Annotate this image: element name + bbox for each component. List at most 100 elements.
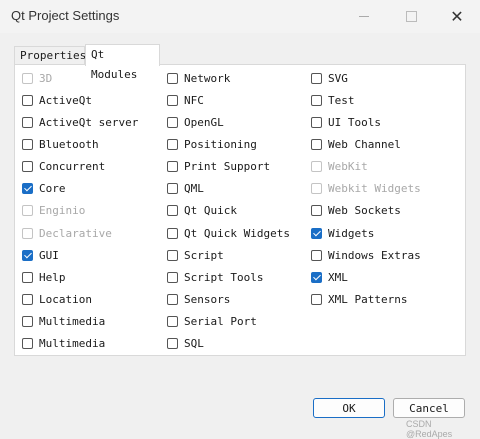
- checkbox-checked-icon[interactable]: [22, 183, 33, 195]
- module-checkbox-network[interactable]: Network: [167, 69, 230, 87]
- checkbox-unchecked-icon[interactable]: [311, 116, 322, 128]
- checkbox-unchecked-icon[interactable]: [167, 116, 178, 128]
- module-checkbox-script-tools[interactable]: Script Tools: [167, 268, 263, 286]
- module-checkbox-serial-port[interactable]: Serial Port: [167, 313, 257, 331]
- module-checkbox-location[interactable]: Location: [22, 291, 92, 309]
- checkbox-unchecked-icon[interactable]: [167, 294, 178, 305]
- module-label: Widgets: [328, 226, 375, 240]
- checkbox-unchecked-icon[interactable]: [167, 138, 178, 150]
- module-label: XML Patterns: [328, 293, 408, 306]
- module-checkbox-windows-extras[interactable]: Windows Extras: [311, 246, 421, 264]
- module-checkbox-test[interactable]: Test: [311, 91, 355, 109]
- checkbox-unchecked-icon[interactable]: [22, 94, 33, 106]
- checkbox-unchecked-icon[interactable]: [167, 183, 178, 195]
- cancel-button[interactable]: Cancel: [393, 398, 465, 418]
- module-checkbox-declarative: Declarative: [22, 224, 112, 242]
- checkbox-checked-icon[interactable]: [311, 227, 322, 239]
- module-checkbox-qt-quick-widgets[interactable]: Qt Quick Widgets: [167, 224, 290, 242]
- checkbox-unchecked-icon: [22, 72, 33, 84]
- module-checkbox-sql[interactable]: SQL: [167, 335, 204, 353]
- module-checkbox-help[interactable]: Help: [22, 268, 66, 286]
- module-checkbox-ui-tools[interactable]: UI Tools: [311, 113, 381, 131]
- checkbox-unchecked-icon[interactable]: [22, 271, 33, 283]
- module-checkbox-script[interactable]: Script: [167, 246, 224, 264]
- module-checkbox-sensors[interactable]: Sensors: [167, 291, 230, 309]
- checkbox-unchecked-icon[interactable]: [22, 138, 33, 150]
- ok-button[interactable]: OK: [313, 398, 385, 418]
- tab-properties[interactable]: Properties: [14, 46, 86, 65]
- module-checkbox-opengl[interactable]: OpenGL: [167, 113, 224, 131]
- checkbox-unchecked-icon[interactable]: [311, 205, 322, 217]
- module-label: Sensors: [184, 293, 231, 306]
- module-label: Network: [184, 71, 231, 85]
- checkbox-unchecked-icon[interactable]: [167, 271, 178, 283]
- checkbox-unchecked-icon[interactable]: [167, 72, 178, 84]
- checkbox-unchecked-icon[interactable]: [22, 161, 33, 173]
- module-checkbox-qml[interactable]: QML: [167, 180, 204, 198]
- module-checkbox-svg[interactable]: SVG: [311, 69, 348, 87]
- module-checkbox-positioning[interactable]: Positioning: [167, 135, 257, 153]
- module-label: Positioning: [184, 137, 257, 151]
- checkbox-unchecked-icon[interactable]: [167, 205, 178, 217]
- module-label: XML: [328, 270, 348, 284]
- module-label: ActiveQt: [39, 93, 92, 107]
- checkbox-unchecked-icon[interactable]: [311, 72, 322, 84]
- minimize-icon: [359, 16, 369, 17]
- module-checkbox-core[interactable]: Core: [22, 180, 66, 198]
- module-label: Test: [328, 93, 355, 107]
- module-checkbox-print-support[interactable]: Print Support: [167, 158, 270, 176]
- module-checkbox-web-channel[interactable]: Web Channel: [311, 135, 401, 153]
- checkbox-unchecked-icon[interactable]: [167, 249, 178, 261]
- checkbox-unchecked-icon[interactable]: [167, 338, 178, 350]
- checkbox-unchecked-icon[interactable]: [167, 316, 178, 328]
- module-checkbox-qt-quick[interactable]: Qt Quick: [167, 202, 237, 220]
- checkbox-unchecked-icon[interactable]: [22, 338, 33, 350]
- module-checkbox-web-sockets[interactable]: Web Sockets: [311, 202, 401, 220]
- module-checkbox-xml-patterns[interactable]: XML Patterns: [311, 291, 407, 309]
- module-checkbox-bluetooth[interactable]: Bluetooth: [22, 135, 99, 153]
- checkbox-unchecked-icon[interactable]: [311, 249, 322, 261]
- module-checkbox-multimedia[interactable]: Multimedia: [22, 313, 105, 331]
- watermark: CSDN @RedApes: [406, 419, 453, 439]
- module-label: GUI: [39, 248, 59, 262]
- module-checkbox-activeqt[interactable]: ActiveQt: [22, 91, 92, 109]
- module-label: QML: [184, 182, 204, 196]
- module-label: Multimedia: [39, 337, 106, 351]
- checkbox-checked-icon[interactable]: [22, 249, 33, 261]
- checkbox-unchecked-icon[interactable]: [22, 116, 33, 128]
- module-label: OpenGL: [184, 115, 224, 129]
- maximize-icon: [405, 11, 417, 22]
- minimize-button[interactable]: [341, 0, 387, 33]
- checkbox-unchecked-icon[interactable]: [311, 138, 322, 150]
- module-checkbox-webkit-widgets: Webkit Widgets: [311, 180, 421, 198]
- module-label: Enginio: [39, 204, 86, 218]
- checkbox-checked-icon[interactable]: [311, 271, 322, 283]
- module-label: Webkit Widgets: [328, 182, 421, 196]
- module-checkbox-nfc[interactable]: NFC: [167, 91, 204, 109]
- module-label: Help: [39, 270, 66, 284]
- module-checkbox-widgets[interactable]: Widgets: [311, 224, 374, 242]
- checkbox-unchecked-icon[interactable]: [167, 161, 178, 173]
- module-checkbox-activeqt-server[interactable]: ActiveQt server: [22, 113, 138, 131]
- checkbox-unchecked-icon: [22, 227, 33, 239]
- maximize-button[interactable]: [388, 0, 434, 33]
- tab-qt-modules[interactable]: Qt Modules: [85, 44, 160, 81]
- module-checkbox-multimedia[interactable]: Multimedia: [22, 335, 105, 353]
- title-bar: Qt Project Settings ✕: [0, 0, 480, 33]
- checkbox-unchecked-icon[interactable]: [311, 294, 322, 305]
- module-checkbox-webkit: WebKit: [311, 158, 368, 176]
- checkbox-unchecked-icon[interactable]: [167, 227, 178, 239]
- module-checkbox-concurrent[interactable]: Concurrent: [22, 158, 105, 176]
- checkbox-unchecked-icon[interactable]: [311, 94, 322, 106]
- module-label: Windows Extras: [328, 248, 421, 262]
- checkbox-unchecked-icon[interactable]: [167, 94, 178, 106]
- module-label: Script Tools: [184, 270, 264, 284]
- checkbox-unchecked-icon[interactable]: [22, 316, 33, 328]
- module-checkbox-enginio: Enginio: [22, 202, 85, 220]
- module-checkbox-gui[interactable]: GUI: [22, 246, 59, 264]
- checkbox-unchecked-icon: [22, 205, 33, 217]
- close-button[interactable]: ✕: [434, 0, 480, 33]
- checkbox-unchecked-icon[interactable]: [22, 294, 33, 305]
- module-checkbox-xml[interactable]: XML: [311, 268, 348, 286]
- module-label: SQL: [184, 337, 204, 351]
